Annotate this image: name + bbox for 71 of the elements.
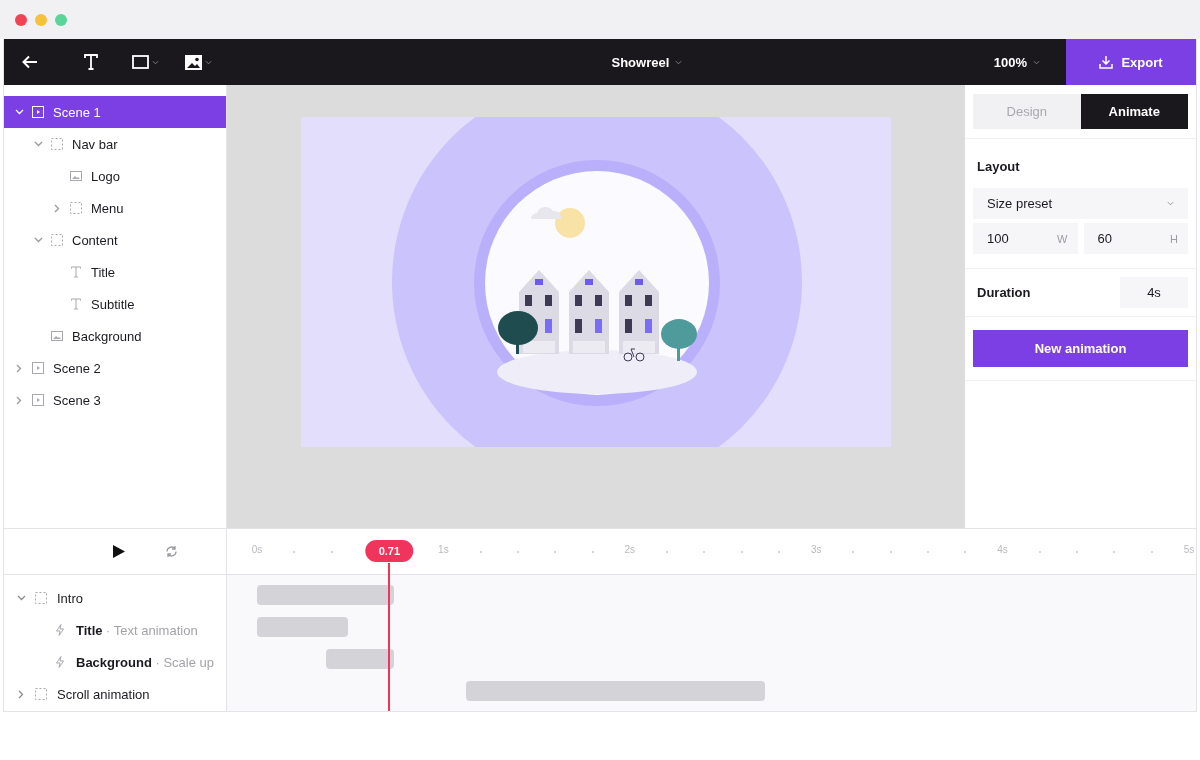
play-button[interactable] xyxy=(110,543,127,560)
animation-track[interactable]: Title · Text animation xyxy=(4,614,226,646)
chevron-down-icon[interactable] xyxy=(33,141,43,147)
layer-item[interactable]: Nav bar xyxy=(4,128,226,160)
chevron-down-icon[interactable] xyxy=(16,595,26,601)
dashed-frame-icon xyxy=(35,688,47,700)
ruler-label: 1s xyxy=(438,544,449,555)
rectangle-icon xyxy=(132,55,149,69)
caret-icon xyxy=(152,59,159,65)
lightning-icon xyxy=(54,624,66,636)
layer-item[interactable]: Menu xyxy=(4,192,226,224)
arrow-left-icon xyxy=(22,55,38,69)
dashed-frame-icon xyxy=(51,234,63,246)
layer-item[interactable]: Scene 2 xyxy=(4,352,226,384)
chevron-right-icon[interactable] xyxy=(16,363,22,373)
play-icon xyxy=(112,545,125,558)
maximize-dot[interactable] xyxy=(55,13,67,26)
timeline-bar[interactable] xyxy=(325,649,394,669)
size-preset-dropdown[interactable]: Size preset xyxy=(973,188,1188,219)
close-dot[interactable] xyxy=(15,13,27,26)
playhead-time[interactable]: 0.71 xyxy=(365,540,414,562)
caret-icon xyxy=(205,59,212,65)
layer-item[interactable]: Scene 3 xyxy=(4,384,226,416)
loop-icon xyxy=(164,545,178,558)
minimize-dot[interactable] xyxy=(35,13,47,26)
layer-item[interactable]: Title xyxy=(4,256,226,288)
lightning-icon xyxy=(54,656,66,668)
section-title: Layout xyxy=(976,158,1021,176)
image-icon xyxy=(70,170,82,182)
ruler-label: 5s xyxy=(1183,544,1195,555)
scene-icon xyxy=(32,362,44,374)
export-button[interactable]: Export xyxy=(1066,39,1196,85)
new-animation-button[interactable]: New animation xyxy=(973,330,1188,367)
download-icon xyxy=(1099,55,1114,69)
text-icon xyxy=(70,266,82,278)
ruler-label: 3s xyxy=(810,544,822,555)
layer-item[interactable]: Scene 1 xyxy=(4,96,226,128)
layer-item[interactable]: Subtitle xyxy=(4,288,226,320)
ruler-label: 0s xyxy=(251,544,263,555)
dashed-frame-icon xyxy=(70,202,82,214)
ruler-label: 4s xyxy=(997,544,1008,555)
text-icon xyxy=(70,298,82,310)
caret-icon xyxy=(1033,59,1040,65)
zoom-dropdown[interactable]: 100% xyxy=(987,53,1046,71)
chevron-down-icon[interactable] xyxy=(33,237,43,243)
project-title-dropdown[interactable]: Showreel xyxy=(605,53,689,71)
layer-item[interactable]: Logo xyxy=(4,160,226,192)
chevron-right-icon[interactable] xyxy=(16,395,22,405)
animation-track[interactable]: Background · Scale up xyxy=(4,646,226,678)
chevron-right-icon[interactable] xyxy=(54,203,60,213)
caret-icon xyxy=(1167,201,1174,206)
layer-item[interactable]: Background xyxy=(4,320,226,352)
chevron-right-icon[interactable] xyxy=(18,689,24,699)
field-label: Duration xyxy=(977,285,1031,300)
ruler-label: 2s xyxy=(624,544,636,555)
caret-icon xyxy=(675,59,683,65)
playhead-line[interactable] xyxy=(388,563,391,711)
text-icon xyxy=(84,54,98,70)
animation-track[interactable]: Intro xyxy=(4,582,226,614)
scene-icon xyxy=(32,106,44,118)
scene-icon xyxy=(32,394,44,406)
image-icon xyxy=(51,330,63,342)
layer-item[interactable]: Content xyxy=(4,224,226,256)
panel-tab[interactable]: Animate xyxy=(1080,94,1188,129)
dashed-frame-icon xyxy=(51,138,63,150)
image-icon xyxy=(185,54,202,70)
width-field[interactable]: 100 W xyxy=(973,223,1078,254)
dashed-frame-icon xyxy=(35,592,47,604)
height-field[interactable]: 60 H xyxy=(1083,223,1188,254)
duration-field[interactable]: 4s xyxy=(1120,277,1188,308)
animation-track[interactable]: Scroll animation xyxy=(4,678,226,710)
